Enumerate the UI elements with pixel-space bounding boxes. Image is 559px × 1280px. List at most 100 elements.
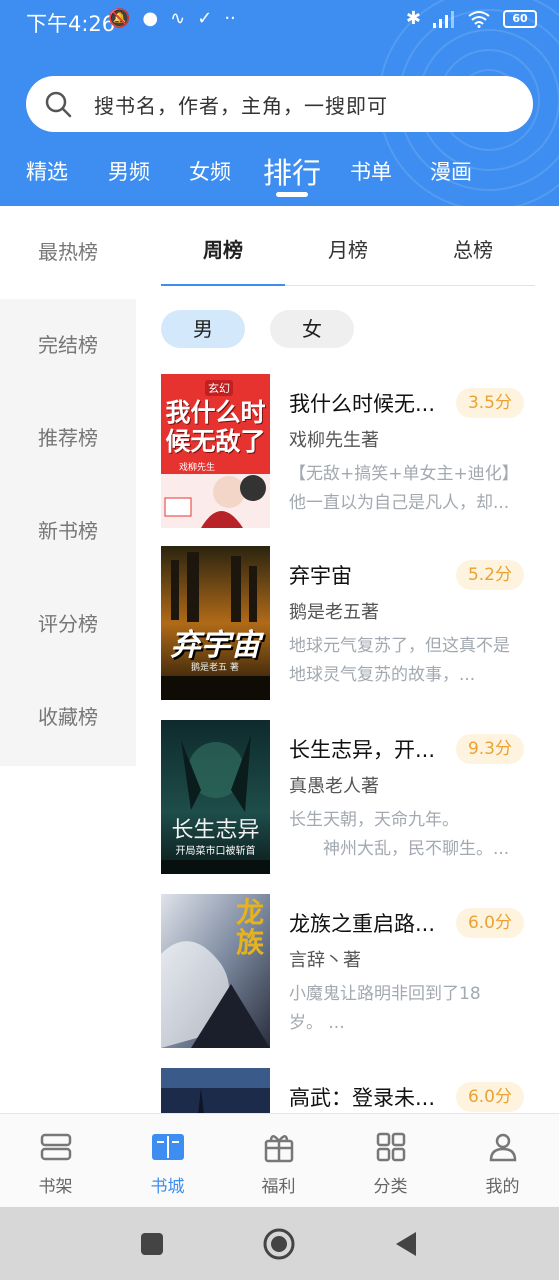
mute-icon: 🔕 [108, 8, 131, 29]
battery-icon: 60 [503, 9, 537, 28]
book-desc: 【无敌+搞笑+单女主+迪化】 他一直以为自己是凡人，却... [289, 460, 535, 518]
book-desc: 小魔鬼让路明非回到了18 岁。 ... [289, 980, 535, 1038]
sidebar-item-hottest[interactable]: 最热榜 [0, 206, 136, 299]
dots-icon: ·· [224, 8, 236, 29]
gift-icon [264, 1135, 294, 1163]
tab-total[interactable]: 总榜 [411, 234, 535, 263]
nav-me[interactable]: 我的 [447, 1114, 558, 1208]
book-score: 9.3分 [455, 734, 524, 764]
book-cover[interactable]: 玄幻 我什么时候无敌了 戏柳先生 [161, 374, 270, 528]
gender-female-chip[interactable]: 女 [270, 310, 354, 348]
nav-label: 分类 [373, 1177, 408, 1197]
tab-nvpin[interactable]: 女频 [189, 156, 231, 186]
nav-bookshelf[interactable]: 书架 [0, 1114, 111, 1208]
tab-nanpin[interactable]: 男频 [108, 156, 150, 186]
sidebar-item-recommended[interactable]: 推荐榜 [0, 392, 136, 485]
nav-label: 福利 [261, 1177, 296, 1197]
book-open-icon [152, 1134, 184, 1160]
sidebar-item-new[interactable]: 新书榜 [0, 485, 136, 578]
nav-label: 书城 [150, 1177, 185, 1197]
book-desc: 地球元气复苏了，但这真不是 地球灵气复苏的故事，... [289, 632, 535, 690]
cover-tag: 玄幻 [205, 380, 233, 396]
book-author: 鹅是老五著 [289, 602, 379, 623]
book-cover[interactable]: 龙族 [161, 894, 270, 1048]
book-desc: 长生天朝，天命九年。 神州大乱，民不聊生。... [289, 806, 535, 864]
bottom-nav: 书架 书城 福利 分类 我的 [0, 1113, 559, 1207]
nav-welfare[interactable]: 福利 [223, 1114, 334, 1208]
book-cover[interactable] [161, 1068, 270, 1113]
book-score: 6.0分 [455, 1082, 524, 1112]
book-item[interactable]: 长生志异 开局菜市口被斩首 长生志异，开... 9.3分 真愚老人著 长生天朝，… [161, 720, 535, 880]
tab-weekly[interactable]: 周榜 [161, 234, 285, 263]
book-item[interactable]: 玄幻 我什么时候无敌了 戏柳先生 我什么时候无... 3.5分 戏柳先生著 【无… [161, 374, 535, 534]
book-cover[interactable]: 弃宇宙 鹅是老五 著 [161, 546, 270, 700]
cover-author: 戏柳先生 [179, 463, 216, 473]
search-bar[interactable]: 搜书名，作者，主角，一搜即可 [26, 76, 533, 132]
cover-subtitle: 开局菜市口被斩首 [175, 846, 256, 857]
user-icon [489, 1133, 517, 1162]
cover-title: 龙族 [235, 896, 264, 959]
book-cover[interactable]: 长生志异 开局菜市口被斩首 [161, 720, 270, 874]
search-placeholder[interactable]: 搜书名，作者，主角，一搜即可 [94, 90, 388, 119]
nav-label: 书架 [38, 1177, 73, 1197]
check-icon: ✓ [197, 8, 213, 29]
book-item[interactable]: 弃宇宙 鹅是老五 著 弃宇宙 5.2分 鹅是老五著 地球元气复苏了，但这真不是 … [161, 546, 535, 706]
book-title[interactable]: 我什么时候无... [289, 388, 439, 418]
rank-period-tabs: 周榜 月榜 总榜 [161, 206, 535, 286]
signal-icon [433, 10, 454, 28]
book-desc-line: 长生天朝，天命九年。 [289, 810, 459, 830]
bluetooth-icon: ✱ [405, 8, 421, 29]
book-desc-line: 【无敌+搞笑+单女主+迪化】 [289, 464, 519, 484]
nav-label: 我的 [485, 1177, 520, 1197]
tab-paihang[interactable]: 排行 [263, 150, 321, 192]
book-desc-line: 地球元气复苏了，但这真不是 [289, 636, 510, 656]
recents-button[interactable] [140, 1232, 164, 1256]
cover-title: 长生志异 [171, 818, 260, 843]
home-button[interactable] [263, 1228, 295, 1260]
book-score: 6.0分 [455, 908, 524, 938]
cover-title: 弃宇宙 [170, 628, 261, 663]
book-author: 真愚老人著 [289, 776, 379, 797]
sidebar-item-favorites[interactable]: 收藏榜 [0, 671, 136, 764]
sidebar-item-rating[interactable]: 评分榜 [0, 578, 136, 671]
status-bar: 下午4:26 🔕 ● ∿ ✓ ·· ✱ 60 [0, 0, 559, 44]
book-item[interactable]: 龙族 龙族之重启路... 6.0分 言辞丶著 小魔鬼让路明非回到了18 岁。 .… [161, 894, 535, 1054]
pulse-icon: ∿ [170, 8, 186, 29]
book-title[interactable]: 弃宇宙 [289, 560, 439, 590]
tab-shudan[interactable]: 书单 [350, 156, 392, 186]
gender-male-chip[interactable]: 男 [161, 310, 245, 348]
book-author: 戏柳先生著 [289, 430, 379, 451]
book-score: 3.5分 [455, 388, 524, 418]
bookshelf-icon [40, 1133, 72, 1161]
book-item[interactable]: 高武：登录未... 6.0分 [161, 1068, 535, 1113]
sidebar-item-completed[interactable]: 完结榜 [0, 299, 136, 392]
rank-tab-underline [161, 284, 285, 286]
book-desc-line: 地球灵气复苏的故事，... [289, 665, 476, 685]
cover-title: 我什么时候无敌了 [165, 398, 266, 456]
search-icon [45, 91, 72, 118]
nav-category[interactable]: 分类 [335, 1114, 446, 1208]
ranking-sidebar: 最热榜 完结榜 推荐榜 新书榜 评分榜 收藏榜 [0, 206, 136, 766]
back-button[interactable] [394, 1231, 418, 1257]
cover-author: 鹅是老五 著 [191, 663, 239, 673]
book-desc-line: 他一直以为自己是凡人，却... [289, 493, 510, 513]
book-score: 5.2分 [455, 560, 524, 590]
status-time: 下午4:26 [26, 12, 116, 36]
grid-icon [376, 1132, 406, 1162]
tab-manhua[interactable]: 漫画 [430, 156, 472, 186]
book-title[interactable]: 长生志异，开... [289, 734, 439, 764]
book-title[interactable]: 龙族之重启路... [289, 908, 439, 938]
nav-bookstore[interactable]: 书城 [112, 1114, 223, 1208]
tab-jingxuan[interactable]: 精选 [26, 156, 68, 186]
tab-monthly[interactable]: 月榜 [286, 234, 410, 263]
book-author: 言辞丶著 [289, 950, 361, 971]
book-title[interactable]: 高武：登录未... [289, 1082, 439, 1112]
book-desc-line: 神州大乱，民不聊生。... [289, 839, 510, 859]
book-desc-line: 小魔鬼让路明非回到了18 [289, 984, 481, 1004]
book-desc-line: 岁。 ... [289, 1013, 345, 1033]
wifi-icon [468, 10, 490, 28]
top-tabs: 精选 男频 女频 排行 书单 漫画 [0, 146, 559, 196]
tab-indicator [276, 192, 308, 197]
chat-icon: ● [142, 8, 159, 29]
system-nav-bar [0, 1207, 559, 1280]
